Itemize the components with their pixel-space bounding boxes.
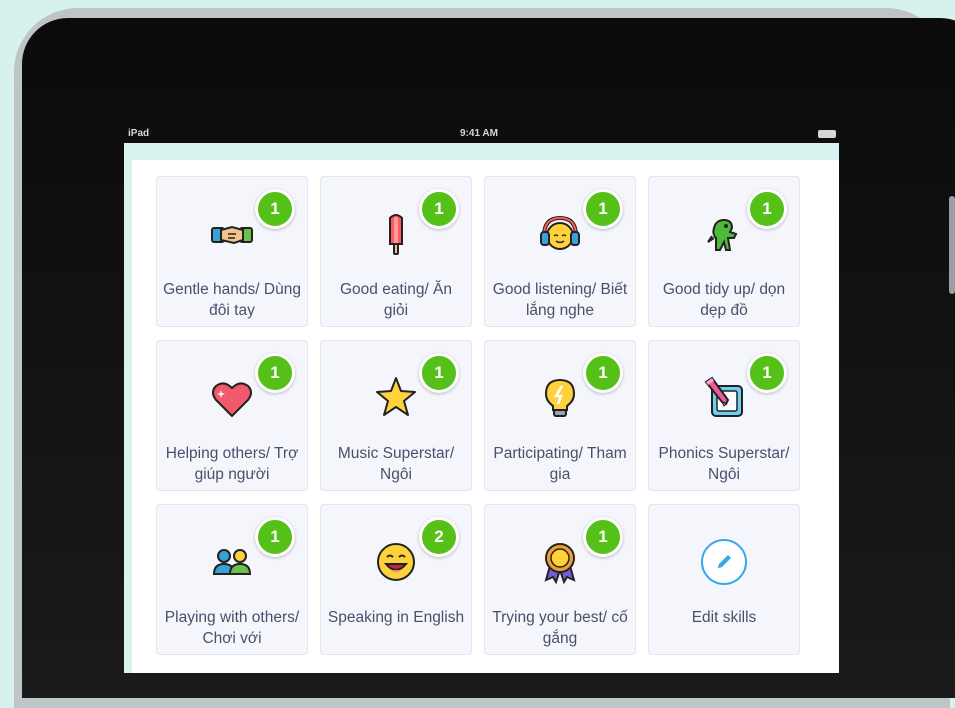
skill-label: Playing with others/ Chơi với (164, 609, 300, 647)
skill-count-badge: 1 (419, 189, 459, 229)
skill-count-badge: 1 (747, 189, 787, 229)
edit-skills-button[interactable]: Edit skills (648, 504, 800, 655)
skills-panel: 1 Gentle hands/ Dùng đôi tay 1 Good eati… (132, 160, 839, 673)
skill-tile-good-eating[interactable]: 1 Good eating/ Ăn giỏi (320, 176, 472, 327)
medal-icon (536, 538, 584, 586)
skill-label: Trying your best/ cố gắng (492, 609, 628, 647)
skill-count-badge: 1 (255, 517, 295, 557)
edit-skills-label: Edit skills (691, 609, 757, 626)
skill-count-badge: 1 (583, 353, 623, 393)
skill-count-badge: 1 (255, 189, 295, 229)
skill-label: Helping others/ Trợ giúp người (165, 445, 299, 483)
star-icon (372, 374, 420, 422)
skill-count-badge: 1 (747, 353, 787, 393)
heart-icon (208, 374, 256, 422)
people-icon (208, 538, 256, 586)
skill-count-badge: 1 (419, 353, 459, 393)
skill-tile-trying-your-best[interactable]: 1 Trying your best/ cố gắng (484, 504, 636, 655)
status-carrier: iPad (128, 128, 150, 139)
skill-tile-good-listening[interactable]: 1 Good listening/ Biết lắng nghe (484, 176, 636, 327)
pencil-icon (700, 538, 748, 586)
status-bar: iPad 9:41 AM (124, 126, 838, 142)
skills-grid: 1 Gentle hands/ Dùng đôi tay 1 Good eati… (156, 176, 800, 655)
skill-tile-playing-with-others[interactable]: 1 Playing with others/ Chơi với (156, 504, 308, 655)
skill-label: Gentle hands/ Dùng đôi tay (163, 281, 301, 319)
pencil-paper-icon (700, 374, 748, 422)
skill-count-badge: 1 (583, 189, 623, 229)
speaking-face-icon (372, 538, 420, 586)
skill-label: Music Superstar/ Ngôi (337, 445, 455, 483)
headphones-icon (536, 210, 584, 258)
skill-label: Phonics Superstar/ Ngôi (658, 445, 790, 483)
handshake-icon (208, 210, 256, 258)
skill-label: Good eating/ Ăn giỏi (339, 281, 453, 319)
skill-tile-music-superstar[interactable]: 1 Music Superstar/ Ngôi (320, 340, 472, 491)
battery-icon (818, 130, 836, 138)
ipad-side-button (949, 196, 955, 294)
skill-count-badge: 1 (583, 517, 623, 557)
skill-count-badge: 1 (255, 353, 295, 393)
skill-tile-phonics-superstar[interactable]: 1 Phonics Superstar/ Ngôi (648, 340, 800, 491)
status-time: 9:41 AM (460, 128, 498, 139)
dinosaur-icon (700, 210, 748, 258)
popsicle-icon (372, 210, 420, 258)
skill-label: Speaking in English (327, 609, 465, 626)
lightbulb-icon (536, 374, 584, 422)
skill-tile-speaking-in-english[interactable]: 2 Speaking in English (320, 504, 472, 655)
skill-tile-helping-others[interactable]: 1 Helping others/ Trợ giúp người (156, 340, 308, 491)
skill-tile-gentle-hands[interactable]: 1 Gentle hands/ Dùng đôi tay (156, 176, 308, 327)
skill-count-badge: 2 (419, 517, 459, 557)
skill-label: Good tidy up/ dọn dẹp đồ (662, 281, 786, 319)
skill-tile-participating[interactable]: 1 Participating/ Tham gia (484, 340, 636, 491)
app-screen: 1 Gentle hands/ Dùng đôi tay 1 Good eati… (124, 143, 839, 673)
skill-tile-good-tidy-up[interactable]: 1 Good tidy up/ dọn dẹp đồ (648, 176, 800, 327)
skill-label: Good listening/ Biết lắng nghe (492, 281, 628, 319)
skill-label: Participating/ Tham gia (493, 445, 627, 483)
